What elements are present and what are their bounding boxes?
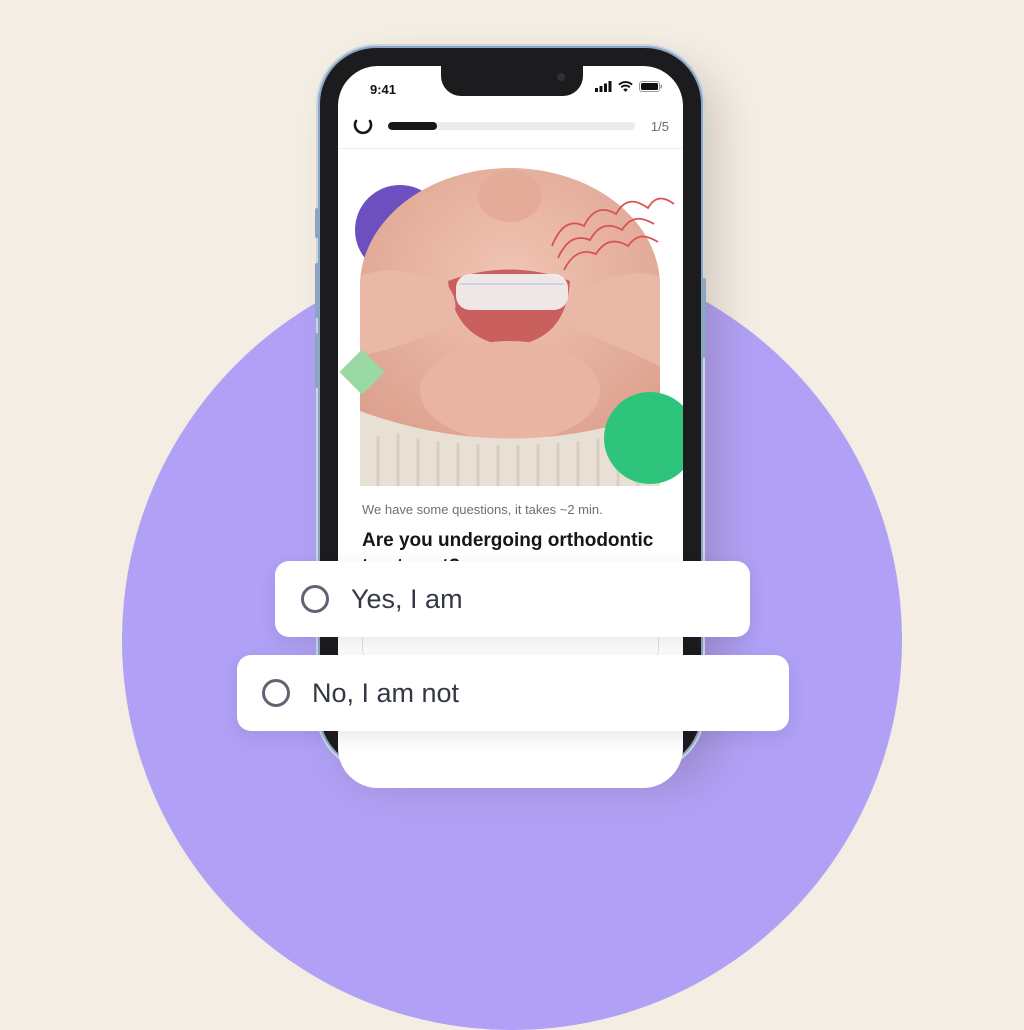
signal-icon — [595, 81, 612, 92]
progress-track — [388, 122, 635, 130]
answer-no-option[interactable]: No, I am not — [237, 655, 789, 731]
answer-yes-option[interactable]: Yes, I am — [275, 561, 750, 637]
back-arc-icon[interactable] — [352, 115, 374, 137]
radio-icon[interactable] — [301, 585, 329, 613]
status-icons — [595, 81, 663, 92]
notch — [441, 66, 583, 96]
step-counter: 1/5 — [650, 118, 669, 134]
intro-text: We have some questions, it takes ~2 min. — [362, 502, 603, 517]
answer-yes-label: Yes, I am — [351, 583, 463, 614]
header-divider — [338, 148, 683, 149]
battery-icon — [639, 81, 663, 92]
hero-illustration — [339, 168, 683, 486]
progress-header: 1/5 — [352, 114, 669, 138]
status-time: 9:41 — [370, 82, 397, 97]
camera-icon — [557, 73, 565, 81]
phone-side-button — [702, 278, 706, 358]
phone-side-button — [315, 333, 319, 388]
answer-no-label: No, I am not — [312, 677, 460, 708]
phone-side-button — [315, 263, 319, 318]
wifi-icon — [618, 81, 633, 92]
progress-fill — [388, 122, 438, 130]
phone-side-button — [315, 208, 319, 238]
radio-icon[interactable] — [262, 679, 290, 707]
